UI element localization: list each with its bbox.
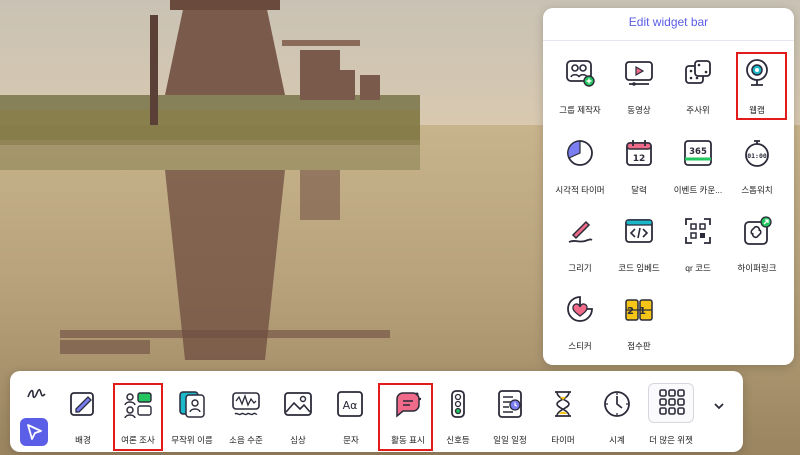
webcam-highlight xyxy=(736,52,787,120)
widget-scoreboard[interactable]: 21 점수판 xyxy=(610,288,668,360)
chevron-down-icon[interactable] xyxy=(712,399,726,413)
draw-icon xyxy=(568,220,593,243)
widget-label: 스톱워치 xyxy=(741,185,773,195)
widget-draw[interactable]: 그리기 xyxy=(551,210,609,282)
widget-label: 점수판 xyxy=(627,341,651,351)
random-name-icon xyxy=(179,391,205,418)
tool-clock[interactable]: 시계 xyxy=(592,383,642,447)
widget-dice[interactable]: 주사위 xyxy=(669,52,727,124)
hyperlink-icon xyxy=(744,216,772,245)
panel-divider xyxy=(543,40,794,41)
tool-label: 더 많은 위젯 xyxy=(649,435,693,445)
edit-widget-bar-panel: Edit widget bar 그룹 제작자 동영상 주사위 웹캠 시각적 타이… xyxy=(543,8,794,365)
select-cursor-button[interactable] xyxy=(20,418,48,446)
scribble-icon[interactable] xyxy=(26,383,46,403)
tool-background[interactable]: 배경 xyxy=(58,383,108,447)
tool-label: 배경 xyxy=(75,435,91,445)
widget-label: 코드 임베드 xyxy=(618,263,660,273)
poll-highlight xyxy=(113,383,163,451)
widget-hyperlink[interactable]: 하이퍼링크 xyxy=(728,210,786,282)
widget-stopwatch[interactable]: 01:00 스톱워치 xyxy=(728,132,786,204)
image-icon xyxy=(284,392,312,416)
event-counter-icon: 365 xyxy=(684,140,712,166)
widget-event-counter[interactable]: 365 이벤트 카운... xyxy=(669,132,727,204)
tool-label: 시계 xyxy=(609,435,625,445)
tool-timer[interactable]: 타이머 xyxy=(538,383,588,447)
panel-title: Edit widget bar xyxy=(628,15,709,29)
qr-code-icon xyxy=(685,218,711,244)
event-counter-badge: 365 xyxy=(689,147,707,157)
visual-timer-icon xyxy=(567,140,593,166)
widget-label: 주사위 xyxy=(686,105,710,115)
widget-label: 달력 xyxy=(631,185,647,195)
scoreboard-icon: 21 xyxy=(625,299,653,321)
code-embed-icon xyxy=(625,219,653,243)
widget-label: qr 코드 xyxy=(685,263,711,273)
widget-toolbar: 배경 여론 조사 무작위 이름 소음 수준 심상 Aα 문자 활동 표시 신호등… xyxy=(10,371,743,452)
sticker-icon xyxy=(567,296,593,322)
text-icon: Aα xyxy=(337,391,363,417)
widget-sticker[interactable]: 스티커 xyxy=(551,288,609,360)
widget-label: 하이퍼링크 xyxy=(737,263,777,273)
tool-label: 타이머 xyxy=(551,435,575,445)
widget-label: 그룹 제작자 xyxy=(559,105,601,115)
daily-schedule-icon xyxy=(498,390,522,418)
widget-group-maker[interactable]: 그룹 제작자 xyxy=(551,52,609,124)
group-maker-icon xyxy=(566,60,595,87)
widget-label: 시각적 타이머 xyxy=(555,185,605,195)
widget-video[interactable]: 동영상 xyxy=(610,52,668,124)
tool-noise-level[interactable]: 소음 수준 xyxy=(221,383,271,447)
dice-icon xyxy=(685,60,711,84)
tool-label: 문자 xyxy=(343,435,359,445)
calendar-icon: 12 xyxy=(626,140,652,166)
clock-icon xyxy=(604,391,630,417)
activity-highlight xyxy=(378,383,433,451)
tool-text[interactable]: Aα 문자 xyxy=(326,383,376,447)
more-widgets-label-wrap: 더 많은 위젯 xyxy=(646,383,696,447)
widget-label: 스티커 xyxy=(568,341,592,351)
widget-calendar[interactable]: 12 달력 xyxy=(610,132,668,204)
tool-random-name[interactable]: 무작위 이름 xyxy=(167,383,217,447)
noise-level-icon xyxy=(232,392,260,416)
video-icon xyxy=(625,61,653,86)
tool-daily-schedule[interactable]: 일일 일정 xyxy=(485,383,535,447)
cursor-icon xyxy=(27,424,42,440)
stopwatch-icon: 01:00 xyxy=(745,140,769,167)
widget-label: 그리기 xyxy=(568,263,592,273)
widget-qr-code[interactable]: qr 코드 xyxy=(669,210,727,282)
stopwatch-badge: 01:00 xyxy=(747,152,767,160)
text-glyph: Aα xyxy=(343,399,358,412)
scoreboard-badge: 21 xyxy=(627,306,651,317)
tool-image[interactable]: 심상 xyxy=(273,383,323,447)
background-icon xyxy=(70,392,94,416)
widget-label: 이벤트 카운... xyxy=(673,185,723,195)
widget-visual-timer[interactable]: 시각적 타이머 xyxy=(551,132,609,204)
widget-label: 동영상 xyxy=(627,105,651,115)
tool-label: 무작위 이름 xyxy=(171,435,213,445)
traffic-light-icon xyxy=(451,390,465,418)
tool-traffic-light[interactable]: 신호등 xyxy=(433,383,483,447)
hourglass-icon xyxy=(555,391,571,417)
widget-code-embed[interactable]: 코드 임베드 xyxy=(610,210,668,282)
calendar-badge: 12 xyxy=(633,154,646,164)
